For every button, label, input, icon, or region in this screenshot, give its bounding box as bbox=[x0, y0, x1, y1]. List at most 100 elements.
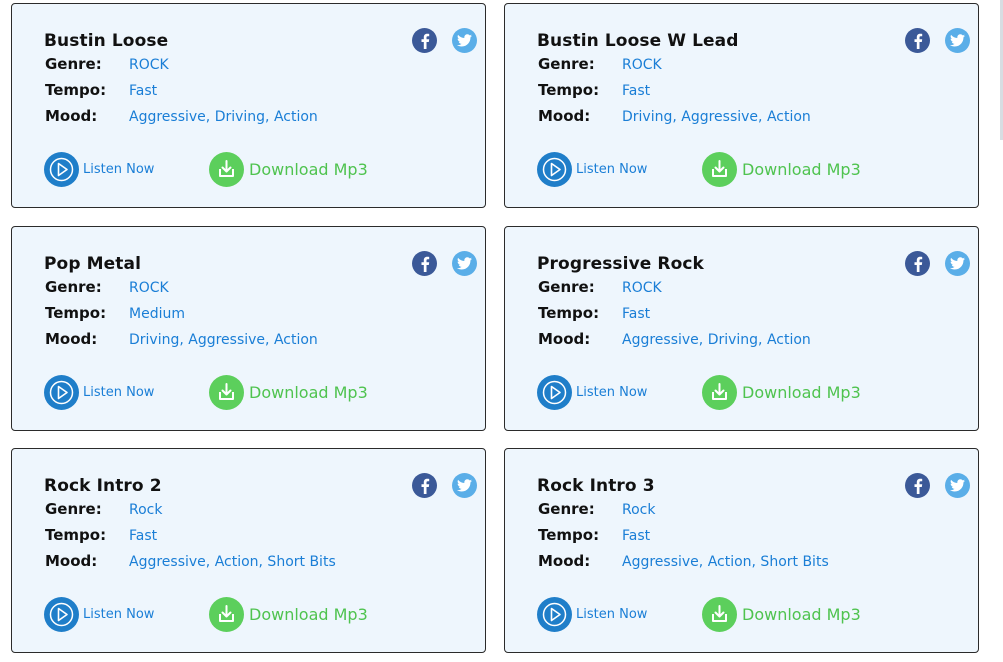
tempo-row: Tempo: Fast bbox=[45, 526, 157, 545]
genre-link[interactable]: ROCK bbox=[622, 57, 662, 73]
twitter-share-button[interactable] bbox=[945, 28, 970, 53]
listen-now-label: Listen Now bbox=[576, 385, 648, 400]
track-title: Progressive Rock bbox=[537, 254, 704, 274]
tempo-link[interactable]: Fast bbox=[622, 83, 650, 99]
tempo-link[interactable]: Medium bbox=[129, 306, 185, 322]
download-mp3-label: Download Mp3 bbox=[249, 383, 368, 402]
track-card: Pop Metal Genre: ROCK Tempo: Medium Mood: D… bbox=[11, 226, 486, 431]
download-mp3-button[interactable]: Download Mp3 bbox=[209, 597, 368, 632]
tempo-label: Tempo: bbox=[45, 304, 107, 322]
mood-label: Mood: bbox=[538, 107, 591, 125]
download-mp3-label: Download Mp3 bbox=[742, 605, 861, 624]
genre-label: Genre: bbox=[45, 55, 102, 73]
tempo-label: Tempo: bbox=[45, 526, 107, 544]
listen-now-button[interactable]: Listen Now bbox=[537, 152, 647, 187]
tempo-label: Tempo: bbox=[538, 81, 600, 99]
twitter-share-button[interactable] bbox=[452, 473, 477, 498]
track-card: Bustin Loose Genre: ROCK Tempo: Fast Mood:… bbox=[11, 3, 486, 208]
genre-label: Genre: bbox=[538, 278, 595, 296]
play-icon bbox=[537, 597, 572, 632]
mood-link[interactable]: Aggressive, Driving, Action bbox=[622, 332, 811, 348]
mood-label: Mood: bbox=[45, 107, 98, 125]
facebook-share-button[interactable] bbox=[412, 251, 437, 276]
twitter-icon bbox=[457, 34, 472, 47]
download-mp3-label: Download Mp3 bbox=[742, 160, 861, 179]
mood-link[interactable]: Aggressive, Action, Short Bits bbox=[129, 554, 336, 570]
mood-row: Mood: Driving, Aggressive, Action bbox=[45, 330, 318, 349]
download-mp3-label: Download Mp3 bbox=[249, 160, 368, 179]
genre-link[interactable]: Rock bbox=[129, 502, 162, 518]
track-card: Rock Intro 2 Genre: Rock Tempo: Fast Mood:… bbox=[11, 448, 486, 653]
listen-now-button[interactable]: Listen Now bbox=[44, 152, 154, 187]
twitter-share-button[interactable] bbox=[945, 473, 970, 498]
twitter-icon bbox=[457, 257, 472, 270]
twitter-share-button[interactable] bbox=[452, 28, 477, 53]
tempo-label: Tempo: bbox=[538, 304, 600, 322]
tempo-link[interactable]: Fast bbox=[622, 306, 650, 322]
listen-now-button[interactable]: Listen Now bbox=[44, 597, 154, 632]
genre-row: Genre: Rock bbox=[45, 500, 162, 519]
tempo-row: Tempo: Fast bbox=[538, 304, 650, 323]
track-title: Bustin Loose W Lead bbox=[537, 31, 739, 51]
twitter-share-button[interactable] bbox=[452, 251, 477, 276]
listen-now-button[interactable]: Listen Now bbox=[537, 597, 647, 632]
play-icon bbox=[537, 375, 572, 410]
download-mp3-button[interactable]: Download Mp3 bbox=[702, 597, 861, 632]
mood-link[interactable]: Aggressive, Driving, Action bbox=[129, 109, 318, 125]
play-icon bbox=[44, 152, 79, 187]
tempo-row: Tempo: Fast bbox=[538, 81, 650, 100]
genre-row: Genre: Rock bbox=[538, 500, 655, 519]
facebook-share-button[interactable] bbox=[412, 28, 437, 53]
genre-link[interactable]: ROCK bbox=[622, 280, 662, 296]
download-mp3-label: Download Mp3 bbox=[249, 605, 368, 624]
track-card: Rock Intro 3 Genre: Rock Tempo: Fast Mood:… bbox=[504, 448, 979, 653]
genre-link[interactable]: ROCK bbox=[129, 280, 169, 296]
download-icon bbox=[702, 152, 737, 187]
mood-link[interactable]: Driving, Aggressive, Action bbox=[622, 109, 811, 125]
twitter-share-button[interactable] bbox=[945, 251, 970, 276]
listen-now-label: Listen Now bbox=[576, 607, 648, 622]
twitter-icon bbox=[950, 479, 965, 492]
twitter-icon bbox=[457, 479, 472, 492]
download-icon bbox=[209, 375, 244, 410]
download-mp3-button[interactable]: Download Mp3 bbox=[209, 375, 368, 410]
tempo-link[interactable]: Fast bbox=[129, 528, 157, 544]
track-title: Rock Intro 3 bbox=[537, 476, 655, 496]
facebook-icon bbox=[421, 256, 429, 272]
genre-label: Genre: bbox=[538, 500, 595, 518]
track-title: Pop Metal bbox=[44, 254, 141, 274]
facebook-share-button[interactable] bbox=[412, 473, 437, 498]
track-card: Bustin Loose W Lead Genre: ROCK Tempo: Fas… bbox=[504, 3, 979, 208]
mood-link[interactable]: Driving, Aggressive, Action bbox=[129, 332, 318, 348]
mood-row: Mood: Aggressive, Driving, Action bbox=[45, 107, 318, 126]
genre-row: Genre: ROCK bbox=[45, 278, 169, 297]
genre-link[interactable]: Rock bbox=[622, 502, 655, 518]
download-mp3-button[interactable]: Download Mp3 bbox=[702, 375, 861, 410]
genre-label: Genre: bbox=[45, 278, 102, 296]
facebook-icon bbox=[421, 478, 429, 494]
download-mp3-button[interactable]: Download Mp3 bbox=[702, 152, 861, 187]
genre-link[interactable]: ROCK bbox=[129, 57, 169, 73]
facebook-share-button[interactable] bbox=[905, 251, 930, 276]
mood-link[interactable]: Aggressive, Action, Short Bits bbox=[622, 554, 829, 570]
tempo-row: Tempo: Fast bbox=[538, 526, 650, 545]
facebook-share-button[interactable] bbox=[905, 28, 930, 53]
mood-row: Mood: Aggressive, Driving, Action bbox=[538, 330, 811, 349]
download-mp3-button[interactable]: Download Mp3 bbox=[209, 152, 368, 187]
download-icon bbox=[209, 597, 244, 632]
tempo-link[interactable]: Fast bbox=[129, 83, 157, 99]
track-card: Progressive Rock Genre: ROCK Tempo: Fast M… bbox=[504, 226, 979, 431]
mood-row: Mood: Driving, Aggressive, Action bbox=[538, 107, 811, 126]
facebook-icon bbox=[914, 33, 922, 49]
listen-now-button[interactable]: Listen Now bbox=[537, 375, 647, 410]
play-icon bbox=[44, 597, 79, 632]
facebook-share-button[interactable] bbox=[905, 473, 930, 498]
listen-now-label: Listen Now bbox=[576, 162, 648, 177]
tempo-link[interactable]: Fast bbox=[622, 528, 650, 544]
tempo-row: Tempo: Fast bbox=[45, 81, 157, 100]
play-icon bbox=[537, 152, 572, 187]
mood-label: Mood: bbox=[45, 330, 98, 348]
download-mp3-label: Download Mp3 bbox=[742, 383, 861, 402]
listen-now-button[interactable]: Listen Now bbox=[44, 375, 154, 410]
genre-label: Genre: bbox=[538, 55, 595, 73]
